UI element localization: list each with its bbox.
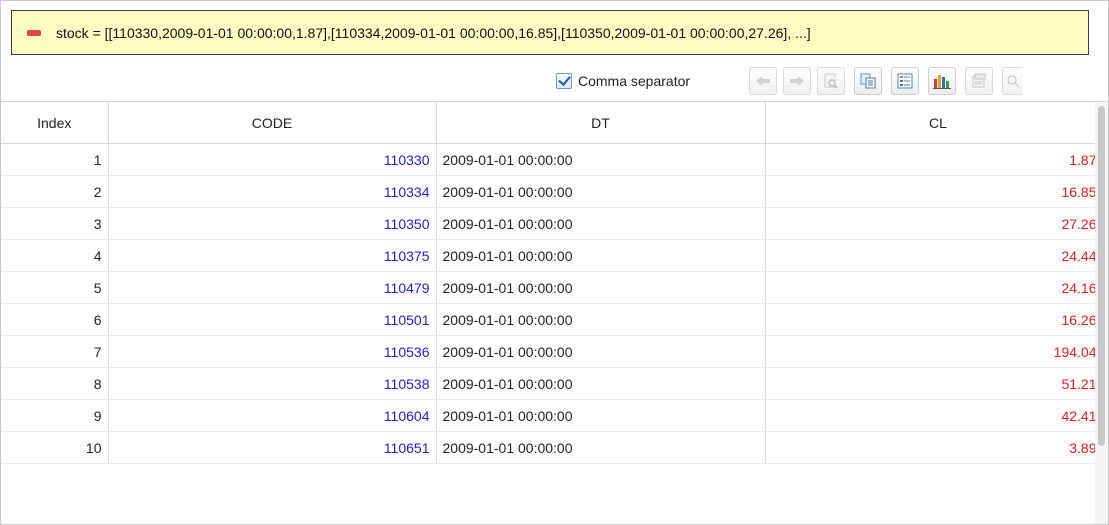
forward-button[interactable] (783, 67, 811, 95)
header-code[interactable]: CODE (108, 102, 437, 144)
cell-dt: 2009-01-01 00:00:00 (436, 335, 766, 368)
cell-code: 110334 (108, 175, 437, 208)
cell-index: 4 (1, 239, 109, 272)
bar-chart-icon (933, 75, 951, 89)
cell-code: 110538 (108, 367, 437, 400)
copy-icon (860, 73, 876, 89)
table-row[interactable]: 2 110334 2009-01-01 00:00:00 16.85 (1, 175, 1095, 208)
back-button[interactable] (749, 67, 777, 95)
cell-dt: 2009-01-01 00:00:00 (436, 143, 766, 176)
table-row[interactable]: 1 110330 2009-01-01 00:00:00 1.87 (1, 143, 1095, 176)
cell-dt: 2009-01-01 00:00:00 (436, 175, 766, 208)
scrollbar-thumb[interactable] (1098, 106, 1105, 446)
table-row[interactable]: 9 110604 2009-01-01 00:00:00 42.41 (1, 399, 1095, 432)
collapse-icon[interactable] (27, 29, 41, 36)
table-row[interactable]: 4 110375 2009-01-01 00:00:00 24.44 (1, 239, 1095, 272)
cell-cl: 24.16 (765, 271, 1095, 304)
cell-code: 110651 (108, 431, 437, 464)
cell-dt: 2009-01-01 00:00:00 (436, 431, 766, 464)
cell-code: 110375 (108, 239, 437, 272)
list-icon (897, 73, 913, 89)
table-row[interactable]: 6 110501 2009-01-01 00:00:00 16.26 (1, 303, 1095, 336)
data-table-area: Index CODE DT CL 1 110330 2009-01-01 00:… (1, 102, 1095, 524)
cell-code: 110501 (108, 303, 437, 336)
table-row[interactable]: 7 110536 2009-01-01 00:00:00 194.04 (1, 335, 1095, 368)
cell-index: 2 (1, 175, 109, 208)
cell-index: 6 (1, 303, 109, 336)
cell-cl: 51.21 (765, 367, 1095, 400)
cell-dt: 2009-01-01 00:00:00 (436, 239, 766, 272)
cell-code: 110330 (108, 143, 437, 176)
cell-dt: 2009-01-01 00:00:00 (436, 399, 766, 432)
cell-code: 110536 (108, 335, 437, 368)
cell-cl: 194.04 (765, 335, 1095, 368)
vertical-scrollbar[interactable] (1095, 102, 1108, 524)
table-row[interactable]: 8 110538 2009-01-01 00:00:00 51.21 (1, 367, 1095, 400)
cell-cl: 16.85 (765, 175, 1095, 208)
chart-button[interactable] (928, 67, 956, 95)
data-viewer-panel: stock = [[110330,2009-01-01 00:00:00,1.8… (0, 0, 1109, 525)
cell-cl: 3.89 (765, 431, 1095, 464)
cell-index: 10 (1, 431, 109, 464)
cell-index: 7 (1, 335, 109, 368)
cell-index: 9 (1, 399, 109, 432)
data-table: Index CODE DT CL 1 110330 2009-01-01 00:… (1, 102, 1095, 464)
cell-cl: 1.87 (765, 143, 1095, 176)
header-index[interactable]: Index (1, 102, 109, 144)
comma-separator-toggle[interactable]: Comma separator (556, 69, 690, 93)
toolbar: Comma separator (1, 61, 1108, 102)
cell-code: 110604 (108, 399, 437, 432)
cell-dt: 2009-01-01 00:00:00 (436, 303, 766, 336)
variable-expression: stock = [[110330,2009-01-01 00:00:00,1.8… (56, 24, 811, 41)
cell-index: 5 (1, 271, 109, 304)
cell-index: 8 (1, 367, 109, 400)
table-row[interactable]: 3 110350 2009-01-01 00:00:00 27.26 (1, 207, 1095, 240)
cell-code: 110350 (108, 207, 437, 240)
properties-button[interactable] (965, 67, 993, 95)
cell-cl: 24.44 (765, 239, 1095, 272)
search-icon (1006, 75, 1020, 88)
table-header-row: Index CODE DT CL (1, 102, 1095, 144)
cell-code: 110479 (108, 271, 437, 304)
arrow-right-icon (790, 76, 804, 86)
arrow-left-icon (756, 76, 770, 86)
cell-cl: 42.41 (765, 399, 1095, 432)
cell-dt: 2009-01-01 00:00:00 (436, 207, 766, 240)
search-button[interactable] (1002, 67, 1022, 95)
list-view-button[interactable] (891, 67, 919, 95)
comma-separator-checkbox[interactable] (556, 73, 572, 89)
cell-index: 3 (1, 207, 109, 240)
table-row[interactable]: 10 110651 2009-01-01 00:00:00 3.89 (1, 431, 1095, 464)
header-dt[interactable]: DT (436, 102, 766, 144)
comma-separator-label: Comma separator (578, 73, 691, 89)
properties-icon (972, 73, 986, 88)
cell-dt: 2009-01-01 00:00:00 (436, 271, 766, 304)
cell-dt: 2009-01-01 00:00:00 (436, 367, 766, 400)
header-cl[interactable]: CL (765, 102, 1095, 144)
document-preview-icon (824, 73, 838, 89)
copy-button[interactable] (854, 67, 882, 95)
preview-button[interactable] (817, 67, 845, 95)
cell-cl: 27.26 (765, 207, 1095, 240)
variable-banner: stock = [[110330,2009-01-01 00:00:00,1.8… (11, 10, 1089, 55)
cell-cl: 16.26 (765, 303, 1095, 336)
table-row[interactable]: 5 110479 2009-01-01 00:00:00 24.16 (1, 271, 1095, 304)
cell-index: 1 (1, 143, 109, 176)
